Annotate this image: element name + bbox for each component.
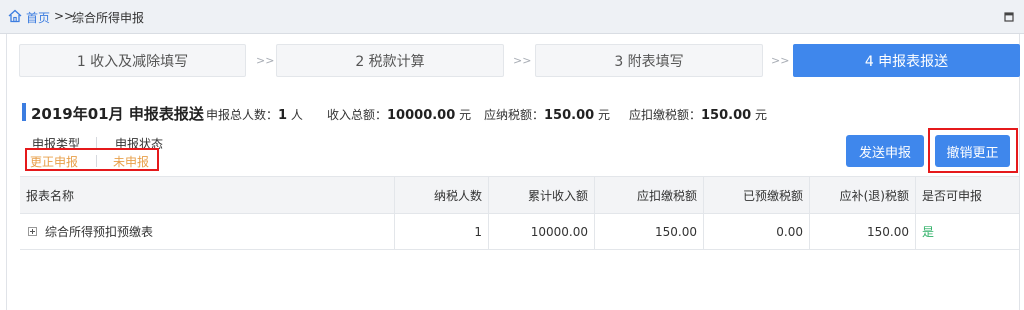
breadcrumb-bar: 首页 >> 综合所得申报 (0, 0, 1024, 34)
highlight-box-cancel (928, 128, 1018, 173)
tax-payable-summary: 应纳税额：150.00 元 (484, 108, 611, 123)
highlight-box-status (25, 148, 159, 171)
withheld-cell: 150.00 (595, 214, 704, 249)
table-row[interactable]: 综合所得预扣预缴表 1 10000.00 150.00 0.00 150.00 … (20, 214, 1019, 250)
column-header[interactable]: 是否可申报 (916, 177, 1019, 213)
total-people-summary: 申报总人数：1 人 (206, 108, 303, 123)
column-header[interactable]: 应补(退)税额 (810, 177, 916, 213)
step-attachment[interactable]: 3 附表填写 (535, 44, 763, 77)
step-tax-calculation[interactable]: 2 税款计算 (276, 44, 504, 77)
report-name-cell: 综合所得预扣预缴表 (20, 214, 395, 249)
title-accent-bar (22, 103, 26, 121)
column-header[interactable]: 应扣缴税额 (595, 177, 704, 213)
restore-window-icon[interactable] (1004, 12, 1014, 22)
send-declaration-button[interactable]: 发送申报 (846, 135, 924, 167)
breadcrumb-current: 综合所得申报 (72, 11, 145, 25)
step-submission[interactable]: 4 申报表报送 (793, 44, 1020, 77)
withheld-summary: 应扣缴税额：150.00 元 (629, 108, 768, 123)
income-cell: 10000.00 (489, 214, 595, 249)
table-header: 报表名称 纳税人数 累计收入额 应扣缴税额 已预缴税额 应补(退)税额 是否可申… (20, 176, 1019, 214)
report-name[interactable]: 综合所得预扣预缴表 (45, 223, 153, 240)
home-icon[interactable] (8, 9, 22, 23)
column-header[interactable]: 报表名称 (20, 177, 395, 213)
expand-icon[interactable] (28, 227, 37, 236)
step-label: 4 申报表报送 (864, 53, 949, 70)
people-cell: 1 (395, 214, 489, 249)
step-label: 1 收入及减除填写 (76, 53, 189, 70)
column-header[interactable]: 纳税人数 (395, 177, 489, 213)
column-header[interactable]: 已预缴税额 (704, 177, 810, 213)
breadcrumb-home-link[interactable]: 首页 (26, 9, 50, 26)
income-summary: 收入总额：10000.00 元 (327, 108, 472, 123)
can-declare-cell: 是 (922, 225, 935, 239)
step-arrow: >> (771, 54, 790, 67)
column-header[interactable]: 累计收入额 (489, 177, 595, 213)
step-income-deduction[interactable]: 1 收入及减除填写 (19, 44, 246, 77)
refund-cell: 150.00 (810, 214, 916, 249)
page-title: 2019年01月 申报表报送 (31, 105, 204, 123)
prepaid-cell: 0.00 (704, 214, 810, 249)
step-label: 2 税款计算 (355, 53, 425, 70)
step-label: 3 附表填写 (614, 53, 684, 70)
step-arrow: >> (256, 54, 275, 67)
step-arrow: >> (513, 54, 532, 67)
